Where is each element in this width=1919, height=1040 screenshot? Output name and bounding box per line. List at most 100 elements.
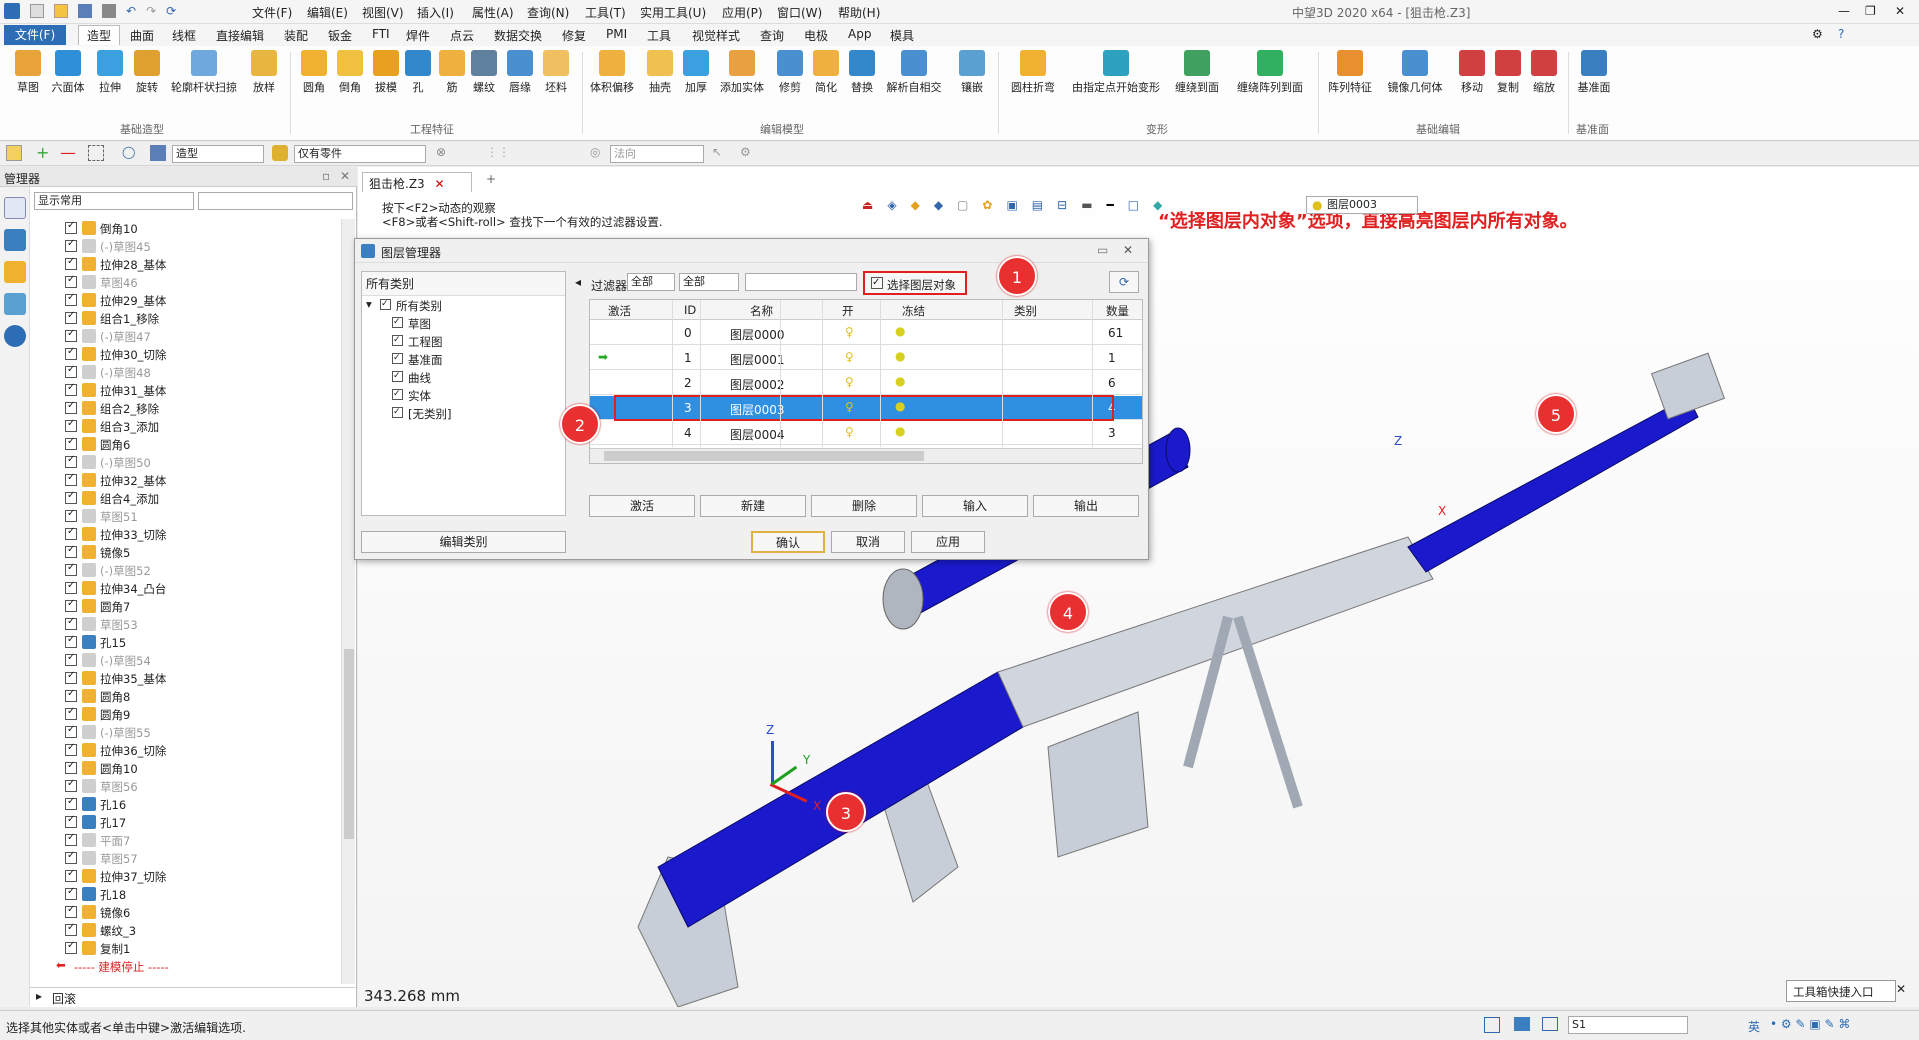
ribbon-mirror[interactable]: 镜像几何体 <box>1382 50 1448 95</box>
tree-item[interactable]: (-)草图45 <box>30 237 340 255</box>
new-layer-button[interactable]: 新建 <box>700 495 806 517</box>
close-button[interactable]: ✕ <box>1895 4 1905 18</box>
category-checkbox[interactable]: ✓ <box>392 389 403 400</box>
tree-item-checkbox[interactable] <box>65 616 77 630</box>
scrollbar-thumb[interactable] <box>344 649 354 839</box>
ribbon-simplify[interactable]: 简化 <box>806 50 846 95</box>
tree-item[interactable]: 组合1_移除 <box>30 309 340 327</box>
tree-item-checkbox[interactable] <box>65 670 77 684</box>
add-tab-icon[interactable]: + <box>486 172 496 186</box>
category-checkbox[interactable]: ✓ <box>392 335 403 346</box>
tab-repair[interactable]: 修复 <box>562 27 586 44</box>
status-window-icon[interactable] <box>1542 1017 1558 1031</box>
background-icon[interactable]: □ <box>1128 198 1139 216</box>
ribbon-copy[interactable]: 复制 <box>1488 50 1528 95</box>
user-icon[interactable] <box>4 325 26 347</box>
tree-item-checkbox[interactable] <box>65 436 77 450</box>
ribbon-fillet[interactable]: 圆角 <box>294 50 334 95</box>
refresh-icon[interactable]: ⟳ <box>166 4 176 20</box>
table-hscrollbar[interactable] <box>590 448 1142 463</box>
tree-item[interactable]: 镜像6 <box>30 903 340 921</box>
ribbon-sketch[interactable]: 草图 <box>8 50 48 95</box>
tree-item-checkbox[interactable] <box>65 796 77 810</box>
tree-item-checkbox[interactable] <box>65 544 77 558</box>
tree-item[interactable]: 复制1 <box>30 939 340 957</box>
tab-modeling[interactable]: 造型 <box>78 25 121 45</box>
tree-item[interactable]: 拉伸30_切除 <box>30 345 340 363</box>
workplane-combo[interactable]: S1 <box>1568 1016 1688 1034</box>
view-cube-icon[interactable]: ▢ <box>957 198 968 216</box>
settings-gear-icon[interactable]: ⚙ <box>1812 27 1823 41</box>
refresh-layers-button[interactable]: ⟳ <box>1109 271 1139 293</box>
redo-icon[interactable]: ↷ <box>146 4 156 20</box>
tab-visual-style[interactable]: 视觉样式 <box>692 27 740 44</box>
tree-item-checkbox[interactable] <box>65 634 77 648</box>
tree-item[interactable]: 孔16 <box>30 795 340 813</box>
display-filter-combo[interactable]: 显示常用 <box>34 192 194 210</box>
ribbon-offset[interactable]: 体积偏移 <box>588 50 636 95</box>
exit-icon[interactable]: ⏏ <box>862 198 873 216</box>
menu-window[interactable]: 窗口(W) <box>777 4 822 21</box>
tree-search-input[interactable] <box>198 192 353 210</box>
document-tab[interactable]: 狙击枪.Z3 ✕ <box>362 172 472 192</box>
tree-item-checkbox[interactable] <box>65 904 77 918</box>
cancel-button[interactable]: 取消 <box>831 531 905 553</box>
dialog-close-icon[interactable]: ✕ <box>1123 243 1133 257</box>
category-item[interactable]: ✓ 草图 <box>362 314 565 332</box>
ribbon-wrap-face[interactable]: 缠绕到面 <box>1170 50 1224 95</box>
tree-item-checkbox[interactable] <box>65 328 77 342</box>
tree-item[interactable]: 草图53 <box>30 615 340 633</box>
tree-item[interactable]: 倒角10 <box>30 219 340 237</box>
tree-item[interactable]: 圆角9 <box>30 705 340 723</box>
tree-item[interactable]: 孔18 <box>30 885 340 903</box>
tab-query[interactable]: 查询 <box>760 27 784 44</box>
tab-wireframe[interactable]: 线框 <box>172 27 196 44</box>
tree-item-checkbox[interactable] <box>65 364 77 378</box>
align-icon[interactable]: ⋮⋮ <box>486 145 510 159</box>
tree-item-checkbox[interactable] <box>65 706 77 720</box>
menu-utility[interactable]: 实用工具(U) <box>640 4 706 21</box>
tab-sheetmetal[interactable]: 钣金 <box>328 27 352 44</box>
select-layer-objects-checkbox[interactable]: ✓ 选择图层对象 <box>863 271 967 295</box>
status-grid-icon[interactable] <box>1484 1017 1500 1033</box>
layer-on-bulb-icon[interactable]: ♀ <box>845 425 854 439</box>
mode-combo[interactable]: 造型 <box>172 145 264 163</box>
tab-weldment[interactable]: 焊件 <box>406 27 430 44</box>
layer-frozen-icon[interactable]: ● <box>895 424 905 438</box>
import-layer-button[interactable]: 输入 <box>922 495 1028 517</box>
edit-category-button[interactable]: 编辑类别 <box>361 531 566 553</box>
tree-item[interactable]: 草图57 <box>30 849 340 867</box>
menu-query[interactable]: 查询(N) <box>527 4 569 21</box>
view-icon[interactable] <box>4 293 26 315</box>
ribbon-cyl-bend[interactable]: 圆柱折弯 <box>1004 50 1062 95</box>
tree-item-checkbox[interactable] <box>65 400 77 414</box>
tree-scrollbar[interactable] <box>341 219 355 984</box>
col-category[interactable]: 类别 <box>1014 303 1037 319</box>
tree-item-checkbox[interactable] <box>65 886 77 900</box>
ribbon-revolve[interactable]: 旋转 <box>127 50 167 95</box>
tree-item-checkbox[interactable] <box>65 508 77 522</box>
layer-frozen-icon[interactable]: ● <box>895 374 905 388</box>
new-file-icon[interactable] <box>30 4 44 18</box>
tree-item-checkbox[interactable] <box>65 310 77 324</box>
panel-close-icon[interactable]: ✕ <box>340 169 350 183</box>
tab-pmi[interactable]: PMI <box>606 27 627 41</box>
tree-item[interactable]: 拉伸28_基体 <box>30 255 340 273</box>
tree-item-checkbox[interactable] <box>65 418 77 432</box>
tab-mold[interactable]: 模具 <box>890 27 914 44</box>
minimize-button[interactable]: — <box>1838 4 1850 18</box>
tree-item-checkbox[interactable] <box>65 868 77 882</box>
tree-item[interactable]: 拉伸34_凸台 <box>30 579 340 597</box>
menu-tools[interactable]: 工具(T) <box>585 4 626 21</box>
tree-item-checkbox[interactable] <box>65 598 77 612</box>
render-icon[interactable]: ◆ <box>911 198 920 216</box>
tree-item[interactable]: 组合4_添加 <box>30 489 340 507</box>
toolbox-quick-entry[interactable]: 工具箱快捷入口 <box>1786 980 1896 1002</box>
tree-item[interactable]: (-)草图50 <box>30 453 340 471</box>
remove-icon[interactable]: — <box>60 143 76 162</box>
col-frozen[interactable]: 冻结 <box>902 303 925 319</box>
panel-collapse-icon[interactable]: ◂ <box>575 275 581 289</box>
tree-item[interactable]: 拉伸35_基体 <box>30 669 340 687</box>
filter-text-input[interactable] <box>745 273 857 291</box>
tree-item[interactable]: 拉伸29_基体 <box>30 291 340 309</box>
